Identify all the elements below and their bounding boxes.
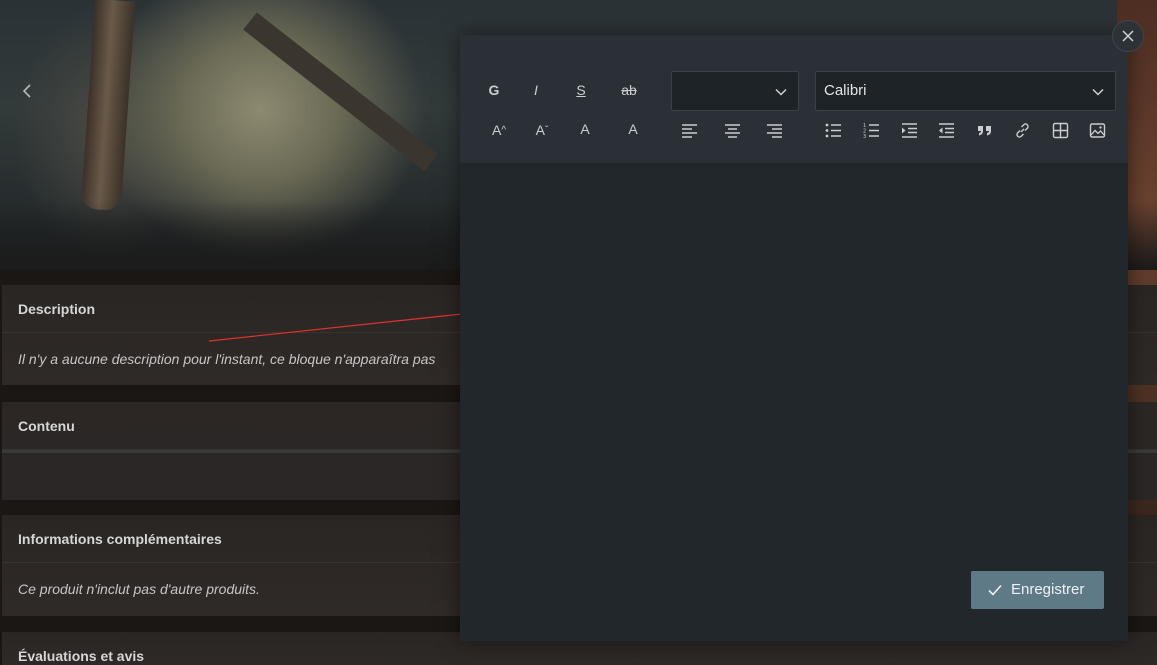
align-center-icon[interactable]	[715, 115, 749, 145]
font-size-up-button[interactable]: A ^	[482, 115, 516, 145]
strikethrough-button[interactable]: ab	[612, 75, 646, 105]
chevron-down-icon	[1092, 88, 1104, 96]
indent-icon[interactable]	[892, 115, 926, 145]
font-color-button[interactable]: A	[568, 114, 602, 144]
editor-toolbar: G I S ab Calibri A ^ Aˇ A A 1 2 3	[460, 59, 1128, 163]
align-left-icon[interactable]	[672, 115, 706, 145]
editor-modal: G I S ab Calibri A ^ Aˇ A A 1 2 3 Enregi…	[460, 35, 1128, 641]
font-family-value: Calibri	[824, 82, 867, 99]
table-icon[interactable]	[1043, 115, 1077, 145]
underline-button[interactable]: S	[564, 75, 598, 105]
image-icon[interactable]	[1080, 115, 1114, 145]
bold-button[interactable]: G	[477, 75, 511, 105]
caret-up-icon: ^	[501, 124, 507, 136]
hero-art-strap	[243, 12, 439, 172]
chevron-left-icon[interactable]	[18, 80, 38, 106]
bullet-list-icon[interactable]	[816, 115, 850, 145]
numbered-list-icon[interactable]: 123	[854, 115, 888, 145]
hero-art-club	[80, 0, 136, 212]
link-icon[interactable]	[1005, 115, 1039, 145]
font-size-down-button[interactable]: Aˇ	[525, 115, 559, 145]
highlight-color-button[interactable]: A	[616, 114, 650, 144]
outdent-icon[interactable]	[929, 115, 963, 145]
save-button[interactable]: Enregistrer	[971, 571, 1104, 609]
caret-down-icon: ˇ	[545, 124, 549, 136]
italic-button[interactable]: I	[519, 75, 553, 105]
align-right-icon[interactable]	[757, 115, 791, 145]
check-icon	[988, 584, 1002, 596]
chevron-down-icon	[775, 88, 787, 96]
editor-content-area[interactable]	[460, 163, 1128, 641]
font-size-up-label: A	[491, 122, 502, 138]
heading-select[interactable]	[671, 71, 799, 111]
font-size-down-label: A	[535, 122, 545, 138]
save-button-label: Enregistrer	[1011, 581, 1085, 598]
svg-text:3: 3	[863, 134, 866, 139]
quote-icon[interactable]	[967, 115, 1001, 145]
close-icon[interactable]	[1112, 20, 1144, 52]
font-family-select[interactable]: Calibri	[815, 71, 1116, 111]
modal-topbar	[460, 35, 1128, 59]
